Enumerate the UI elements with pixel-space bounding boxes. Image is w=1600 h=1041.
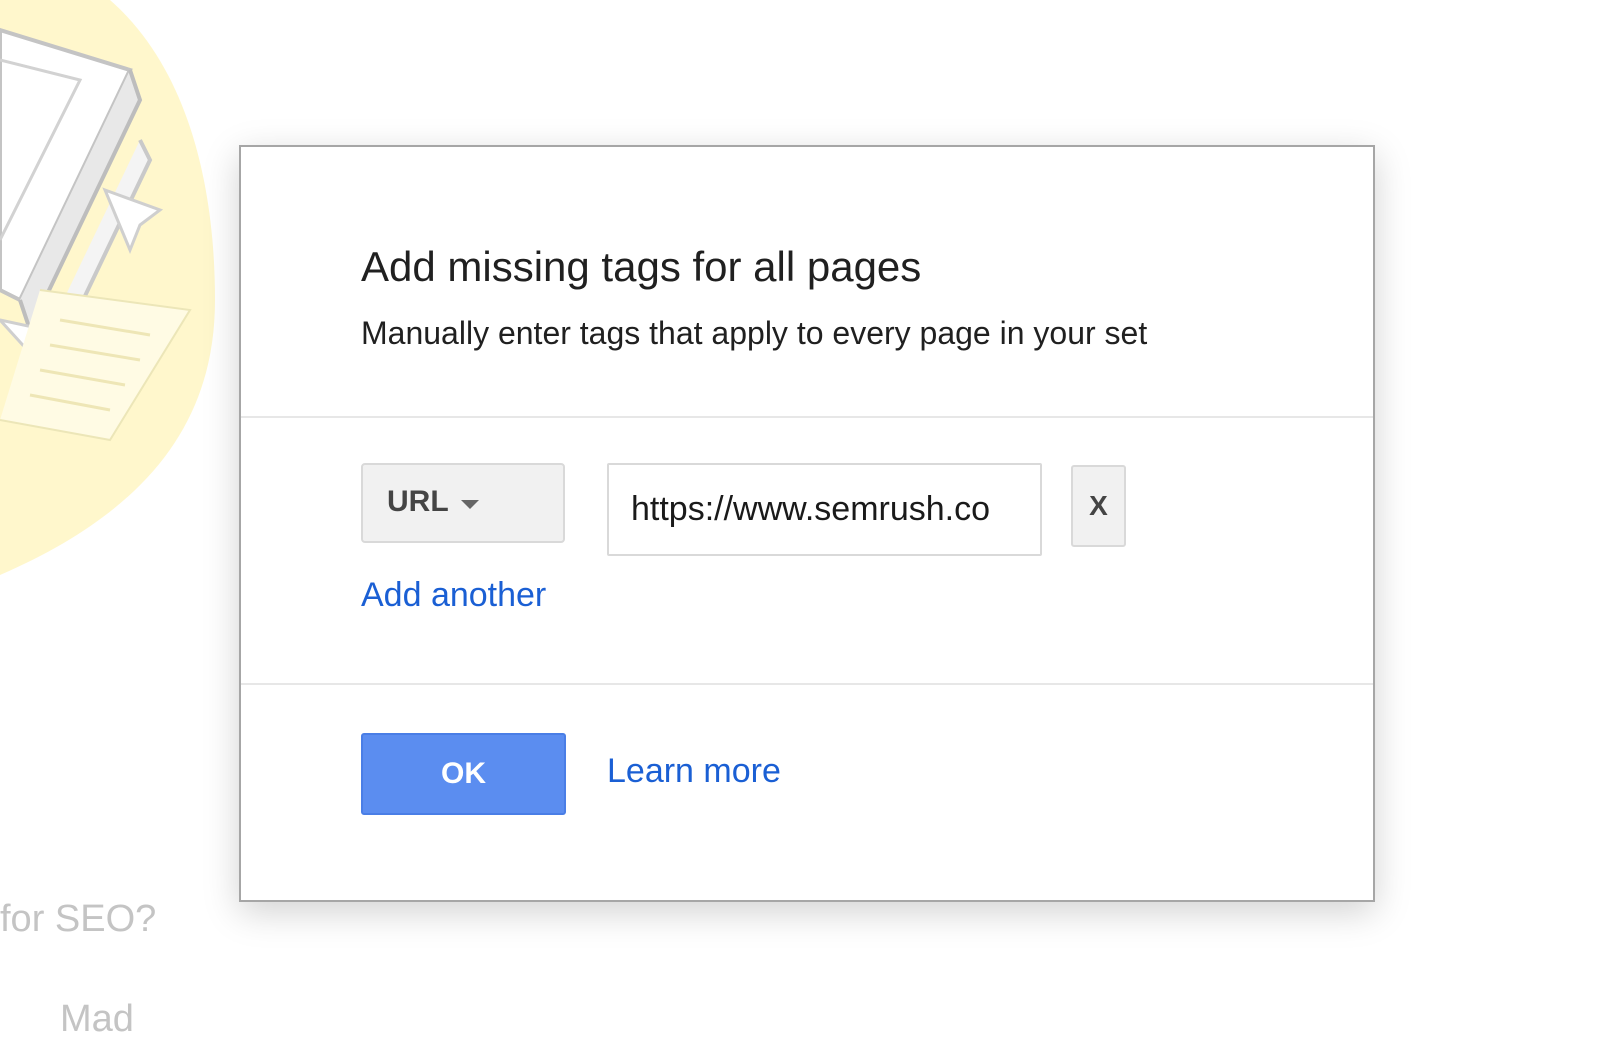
tag-value-input[interactable] [607,463,1042,556]
background-heading-fragment: for SEO? [0,898,157,940]
dialog-title: Add missing tags for all pages [361,243,922,290]
ok-button[interactable]: OK [361,733,566,815]
tag-type-dropdown[interactable]: URL [361,463,565,543]
add-another-link[interactable]: Add another [361,576,546,615]
background-illustration [0,0,220,600]
dialog-subtitle: Manually enter tags that apply to every … [361,315,1148,351]
book-illustration-icon [0,0,215,575]
dialog-header: Add missing tags for all pages Manually … [241,147,1373,418]
tag-entry-section: URL X Add another [241,418,1373,685]
learn-more-link[interactable]: Learn more [607,752,781,791]
caret-down-icon [461,500,479,509]
background-text-fragment: Mad [60,998,134,1040]
add-missing-tags-dialog: Add missing tags for all pages Manually … [239,145,1375,902]
tag-type-selected-value: URL [387,485,449,518]
remove-tag-button[interactable]: X [1071,465,1126,547]
